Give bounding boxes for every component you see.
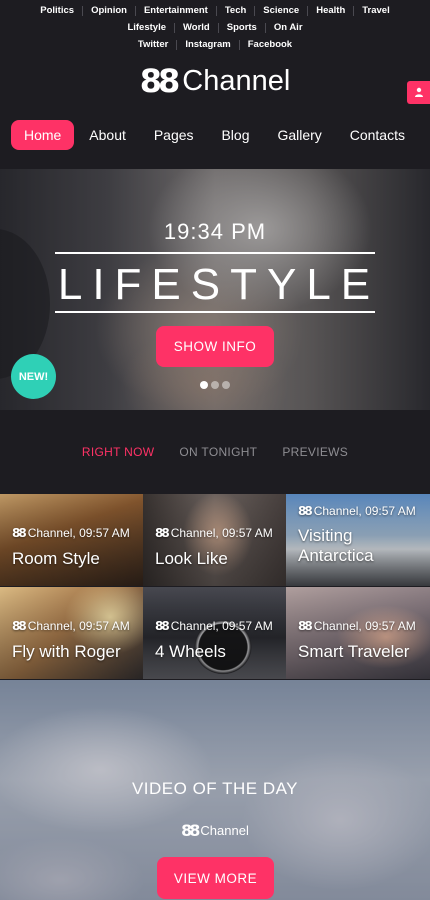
social-instagram[interactable]: Instagram [177, 36, 238, 53]
tile-title: Room Style [12, 549, 100, 568]
user-icon [414, 84, 424, 102]
view-more-button[interactable]: VIEW MORE [157, 857, 274, 899]
nav-gallery[interactable]: Gallery [264, 120, 334, 150]
program-tile[interactable]: 88 Channel, 09:57 AM Smart Traveler [286, 587, 430, 679]
tile-title: Visiting Antarctica [298, 526, 374, 565]
category-tech[interactable]: Tech [217, 2, 254, 19]
logo-text: Channel [182, 64, 291, 97]
category-science[interactable]: Science [255, 2, 307, 19]
category-row-2: Lifestyle World Sports On Air [0, 19, 430, 36]
tile-meta: 88 Channel, 09:57 AM [155, 526, 273, 540]
slider-dot-3[interactable] [222, 381, 230, 389]
tab-previews[interactable]: PREVIEWS [282, 445, 348, 459]
channel-logo-icon: 88 [298, 619, 313, 633]
main-nav: Home About Pages Blog Gallery Contacts [0, 105, 430, 169]
hero-title: LIFESTYLE [57, 260, 381, 309]
tile-meta: 88 Channel, 09:57 AM [12, 526, 130, 540]
tab-on-tonight[interactable]: ON TONIGHT [179, 445, 257, 459]
program-tile[interactable]: 88 Channel, 09:57 AM 4 Wheels [143, 587, 286, 679]
slider-pagination [0, 381, 430, 389]
tile-meta: 88 Channel, 09:57 AM [298, 504, 416, 518]
category-travel[interactable]: Travel [354, 2, 397, 19]
category-bar: Politics Opinion Entertainment Tech Scie… [0, 0, 430, 57]
hero-slider[interactable]: 19:34 PM LIFESTYLE SHOW INFO NEW! [0, 169, 430, 410]
new-badge: NEW! [11, 354, 56, 399]
category-row-1: Politics Opinion Entertainment Tech Scie… [0, 2, 430, 19]
page: Politics Opinion Entertainment Tech Scie… [0, 0, 430, 900]
tile-title: Smart Traveler [298, 642, 410, 661]
channel-logo-icon: 88 [155, 619, 170, 633]
social-twitter[interactable]: Twitter [130, 36, 176, 53]
show-info-button[interactable]: SHOW INFO [156, 326, 274, 367]
nav-home[interactable]: Home [11, 120, 75, 150]
tile-title: 4 Wheels [155, 642, 226, 661]
tile-title: Look Like [155, 549, 228, 568]
category-opinion[interactable]: Opinion [83, 2, 135, 19]
logo-mark: 88 [139, 62, 180, 100]
hero-divider-top [55, 252, 375, 254]
video-logo-mark: 88 [181, 821, 200, 840]
slider-dot-1[interactable] [200, 381, 208, 389]
social-facebook[interactable]: Facebook [240, 36, 300, 53]
social-row: Twitter Instagram Facebook [0, 36, 430, 53]
category-sports[interactable]: Sports [219, 19, 265, 36]
tile-meta: 88 Channel, 09:57 AM [298, 619, 416, 633]
program-tile[interactable]: 88 Channel, 09:57 AM Room Style [0, 494, 143, 586]
channel-logo-icon: 88 [12, 619, 27, 633]
channel-logo-icon: 88 [298, 504, 313, 518]
nav-contacts[interactable]: Contacts [337, 120, 418, 150]
hero-time: 19:34 PM [163, 219, 267, 244]
channel-logo-icon: 88 [155, 526, 170, 540]
program-tile[interactable]: 88 Channel, 09:57 AM Look Like [143, 494, 286, 586]
channel-logo-icon: 88 [12, 526, 27, 540]
video-channel-logo: 88 Channel [0, 821, 430, 840]
program-grid: 88 Channel, 09:57 AM Room Style 88 Channel… [0, 494, 430, 679]
tile-meta: 88 Channel, 09:57 AM [12, 619, 130, 633]
category-health[interactable]: Health [308, 2, 353, 19]
video-logo-text: Channel [200, 823, 249, 838]
tile-meta: 88 Channel, 09:57 AM [155, 619, 273, 633]
category-lifestyle[interactable]: Lifestyle [119, 19, 174, 36]
category-entertainment[interactable]: Entertainment [136, 2, 216, 19]
site-header: 88 Channel [0, 57, 430, 105]
video-of-the-day: VIDEO OF THE DAY 88 Channel VIEW MORE [0, 680, 430, 900]
nav-about[interactable]: About [76, 120, 139, 150]
nav-pages[interactable]: Pages [141, 120, 207, 150]
hero-divider-bottom [55, 311, 375, 313]
category-on-air[interactable]: On Air [266, 19, 311, 36]
tab-right-now[interactable]: RIGHT NOW [82, 445, 154, 459]
category-politics[interactable]: Politics [32, 2, 82, 19]
slider-dot-2[interactable] [211, 381, 219, 389]
schedule-tabs: RIGHT NOW ON TONIGHT PREVIEWS [0, 410, 430, 494]
program-tile[interactable]: 88 Channel, 09:57 AM Visiting Antarctica [286, 494, 430, 586]
category-world[interactable]: World [175, 19, 218, 36]
tile-title: Fly with Roger [12, 642, 121, 661]
user-login-button[interactable] [407, 81, 430, 104]
nav-blog[interactable]: Blog [208, 120, 262, 150]
video-title: VIDEO OF THE DAY [131, 779, 299, 798]
program-tile[interactable]: 88 Channel, 09:57 AM Fly with Roger [0, 587, 143, 679]
site-logo[interactable]: 88 Channel [140, 65, 291, 97]
